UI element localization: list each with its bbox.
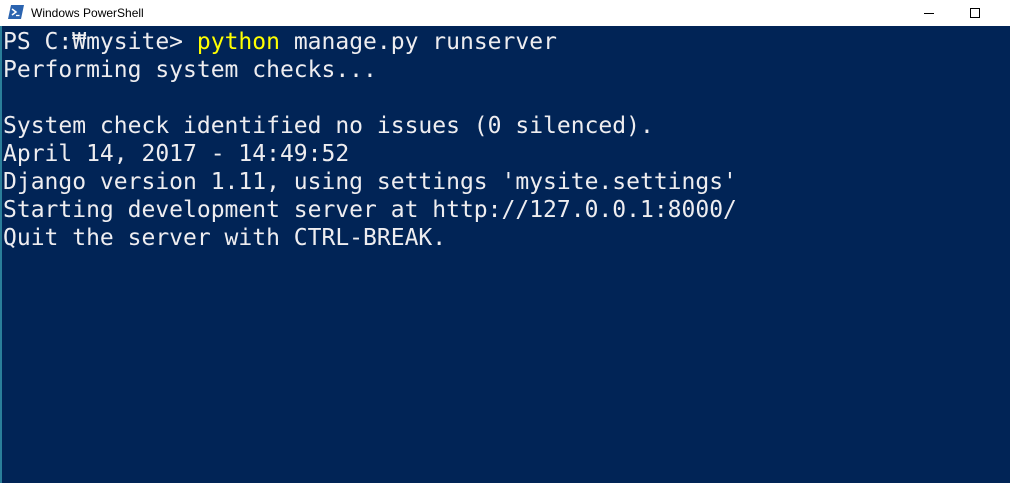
window-title: Windows PowerShell <box>31 6 144 20</box>
minimize-icon <box>924 13 934 14</box>
output-line: System check identified no issues (0 sil… <box>3 113 654 139</box>
output-line: Django version 1.11, using settings 'mys… <box>3 169 737 195</box>
output-line: Performing system checks... <box>3 57 377 83</box>
maximize-button[interactable] <box>952 0 998 26</box>
powershell-icon[interactable] <box>8 5 24 19</box>
console-area[interactable]: PS C:₩mysite> python manage.py runserver… <box>0 26 1010 483</box>
minimize-button[interactable] <box>906 0 952 26</box>
maximize-icon <box>970 8 980 18</box>
command-keyword: python <box>196 29 280 55</box>
output-line: April 14, 2017 - 14:49:52 <box>3 141 350 167</box>
command-arguments: manage.py runserver <box>279 29 557 55</box>
prompt: PS C:₩mysite> <box>3 29 197 55</box>
title-bar[interactable]: Windows PowerShell <box>0 0 1010 26</box>
output-line: Quit the server with CTRL-BREAK. <box>3 225 447 251</box>
powershell-window: Windows PowerShell PS C:₩mysite> python … <box>0 0 1010 483</box>
prompt-line: PS C:₩mysite> python manage.py runserver <box>3 28 557 56</box>
output-line: Starting development server at http://12… <box>3 197 737 223</box>
